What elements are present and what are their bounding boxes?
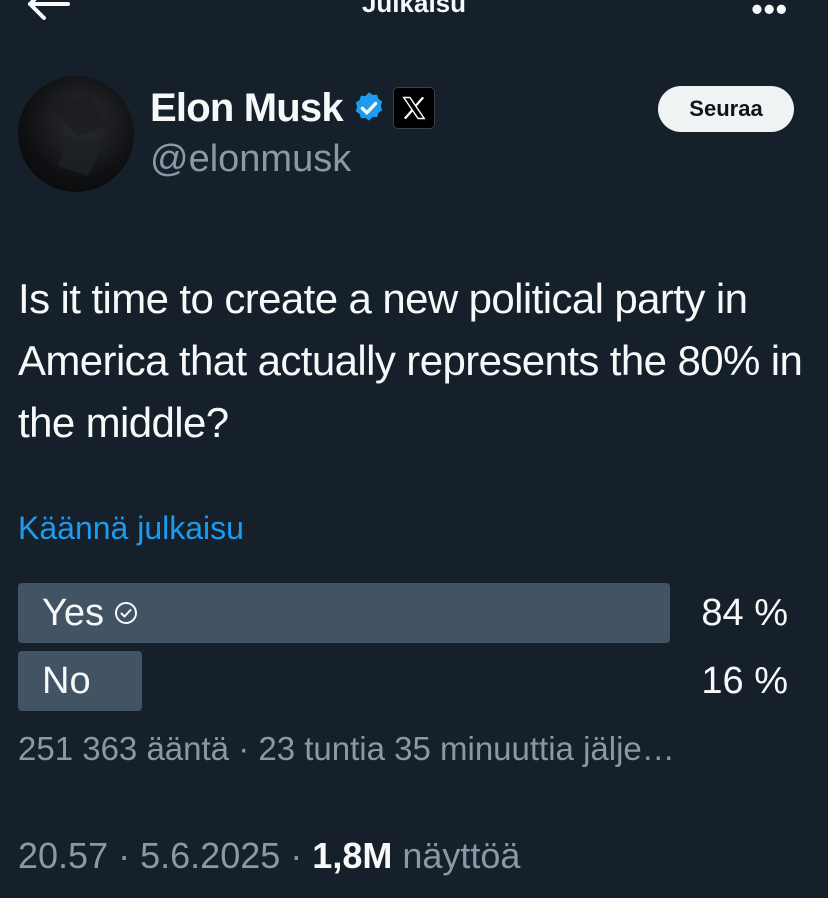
post-date[interactable]: 5.6.2025 [140,835,280,876]
check-circle-icon [115,602,137,624]
x-logo-icon[interactable] [392,87,435,129]
poll-option-label: No [42,651,91,711]
author-handle[interactable]: @elonmusk [150,138,351,181]
top-bar: Julkaisu ••• [0,0,828,30]
poll-option-text: No [42,659,91,702]
poll-option-label: Yes [42,583,138,643]
poll-option-percent: 84 % [701,591,788,634]
author-name-row: Elon Musk [150,84,435,132]
views-count: 1,8M [312,835,393,876]
poll-option-text: Yes [42,591,104,634]
separator: · [290,835,303,876]
separator: · [118,835,131,876]
post-time[interactable]: 20.57 [18,835,108,876]
poll-option-no: No 16 % [18,651,788,711]
avatar[interactable] [18,76,134,192]
avatar-image [48,96,108,176]
poll-option-yes: Yes 84 % [18,583,788,643]
poll-meta: 251 363 ääntä · 23 tuntia 35 minuuttia j… [18,730,675,767]
author-name[interactable]: Elon Musk [150,86,344,131]
poll-option-percent: 16 % [701,659,788,702]
verified-badge-icon [355,92,383,121]
post-meta: 20.57 · 5.6.2025 · 1,8M näyttöä [18,835,520,877]
page-title: Julkaisu [361,0,467,18]
more-icon[interactable]: ••• [751,0,788,28]
translate-link[interactable]: Käännä julkaisu [18,510,244,547]
views-label: näyttöä [402,835,521,876]
post-text: Is it time to create a new political par… [18,275,803,446]
follow-button[interactable]: Seuraa [658,86,794,132]
